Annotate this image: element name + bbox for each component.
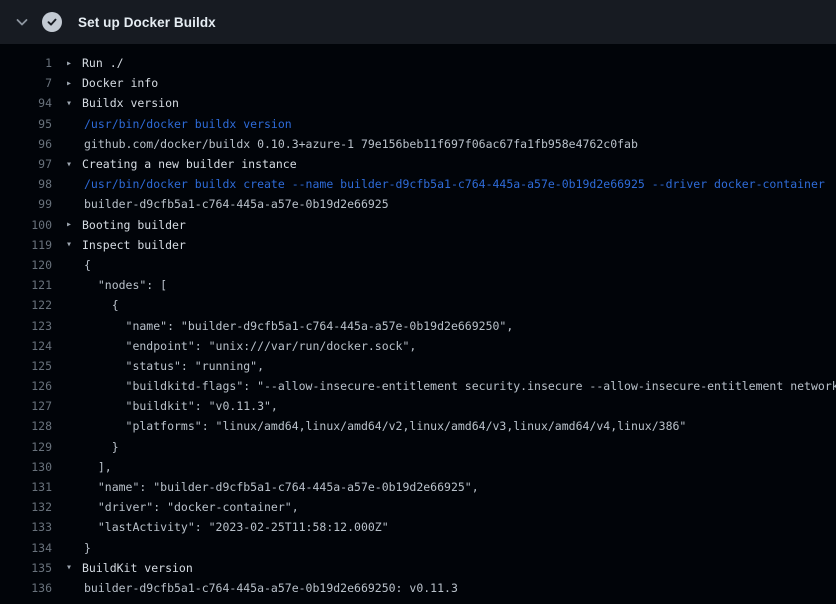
log-line: 125 "status": "running", — [0, 356, 836, 376]
log-line: 136 builder-d9cfb5a1-c764-445a-a57e-0b19… — [0, 578, 836, 598]
log-line-text: "name": "builder-d9cfb5a1-c764-445a-a57e… — [82, 480, 479, 494]
line-number[interactable]: 128 — [0, 419, 52, 433]
line-number[interactable]: 119 — [0, 238, 52, 252]
log-line-text: { — [82, 298, 119, 312]
log-line: 99 builder-d9cfb5a1-c764-445a-a57e-0b19d… — [0, 194, 836, 214]
log-line-text: { — [82, 258, 91, 272]
line-number[interactable]: 99 — [0, 197, 52, 211]
log-line-text: } — [82, 541, 91, 555]
log-line: 122 { — [0, 295, 836, 315]
line-number[interactable]: 129 — [0, 440, 52, 454]
line-number[interactable]: 7 — [0, 76, 52, 90]
line-number[interactable]: 130 — [0, 460, 52, 474]
log-line-text: "buildkit": "v0.11.3", — [82, 399, 278, 413]
log-line[interactable]: 7 ▸ Docker info — [0, 73, 836, 93]
log-line: 130 ], — [0, 457, 836, 477]
log-line-text: builder-d9cfb5a1-c764-445a-a57e-0b19d2e6… — [82, 197, 389, 211]
log-line: 95 /usr/bin/docker buildx version — [0, 114, 836, 134]
chevron-down-icon[interactable] — [14, 14, 30, 30]
log-line-text: } — [82, 440, 119, 454]
log-line-text: "driver": "docker-container", — [82, 500, 299, 514]
log-line-text: Inspect builder — [82, 238, 186, 252]
log-line-text: "platforms": "linux/amd64,linux/amd64/v2… — [82, 419, 686, 433]
log-line[interactable]: 97 ▾ Creating a new builder instance — [0, 154, 836, 174]
log-line-text: Run ./ — [82, 56, 124, 70]
log-line[interactable]: 135 ▾ BuildKit version — [0, 558, 836, 578]
log-line: 128 "platforms": "linux/amd64,linux/amd6… — [0, 416, 836, 436]
line-number[interactable]: 125 — [0, 359, 52, 373]
log-output: 1 ▸ Run ./ 7 ▸ Docker info 94 ▾ Buildx v… — [0, 44, 836, 598]
log-line-text: "endpoint": "unix:///var/run/docker.sock… — [82, 339, 416, 353]
triangle-down-icon: ▾ — [66, 239, 82, 250]
log-line-text: builder-d9cfb5a1-c764-445a-a57e-0b19d2e6… — [82, 581, 458, 595]
log-line[interactable]: 94 ▾ Buildx version — [0, 93, 836, 113]
log-line: 126 "buildkitd-flags": "--allow-insecure… — [0, 376, 836, 396]
log-line-text: ], — [82, 460, 112, 474]
log-line: 120 { — [0, 255, 836, 275]
log-line[interactable]: 1 ▸ Run ./ — [0, 53, 836, 73]
line-number[interactable]: 123 — [0, 319, 52, 333]
log-line: 96 github.com/docker/buildx 0.10.3+azure… — [0, 134, 836, 154]
line-number[interactable]: 136 — [0, 581, 52, 595]
log-line-text: "status": "running", — [82, 359, 264, 373]
log-line-text: "lastActivity": "2023-02-25T11:58:12.000… — [82, 520, 389, 534]
log-line-text: github.com/docker/buildx 0.10.3+azure-1 … — [82, 137, 638, 151]
line-number[interactable]: 131 — [0, 480, 52, 494]
log-line: 123 "name": "builder-d9cfb5a1-c764-445a-… — [0, 315, 836, 335]
log-line: 133 "lastActivity": "2023-02-25T11:58:12… — [0, 517, 836, 537]
triangle-down-icon: ▾ — [66, 159, 82, 170]
log-line: 124 "endpoint": "unix:///var/run/docker.… — [0, 336, 836, 356]
triangle-right-icon: ▸ — [66, 78, 82, 89]
log-line: 134 } — [0, 538, 836, 558]
log-line: 129 } — [0, 437, 836, 457]
line-number[interactable]: 97 — [0, 157, 52, 171]
line-number[interactable]: 134 — [0, 541, 52, 555]
log-line[interactable]: 100 ▸ Booting builder — [0, 215, 836, 235]
line-number[interactable]: 98 — [0, 177, 52, 191]
log-line-text: /usr/bin/docker buildx create --name bui… — [82, 177, 825, 191]
check-circle-icon — [42, 12, 62, 32]
log-line-text: Buildx version — [82, 96, 179, 110]
line-number[interactable]: 95 — [0, 117, 52, 131]
log-line: 98 /usr/bin/docker buildx create --name … — [0, 174, 836, 194]
triangle-right-icon: ▸ — [66, 58, 82, 69]
log-line[interactable]: 119 ▾ Inspect builder — [0, 235, 836, 255]
line-number[interactable]: 1 — [0, 56, 52, 70]
log-line-text: /usr/bin/docker buildx version — [82, 117, 292, 131]
line-number[interactable]: 96 — [0, 137, 52, 151]
line-number[interactable]: 132 — [0, 500, 52, 514]
log-line-text: BuildKit version — [82, 561, 193, 575]
step-title: Set up Docker Buildx — [78, 15, 216, 30]
line-number[interactable]: 124 — [0, 339, 52, 353]
line-number[interactable]: 94 — [0, 96, 52, 110]
step-header[interactable]: Set up Docker Buildx — [0, 0, 836, 44]
line-number[interactable]: 126 — [0, 379, 52, 393]
log-line: 132 "driver": "docker-container", — [0, 497, 836, 517]
triangle-right-icon: ▸ — [66, 219, 82, 230]
log-line-text: Docker info — [82, 76, 158, 90]
log-line: 127 "buildkit": "v0.11.3", — [0, 396, 836, 416]
triangle-down-icon: ▾ — [66, 98, 82, 109]
log-line: 121 "nodes": [ — [0, 275, 836, 295]
line-number[interactable]: 100 — [0, 218, 52, 232]
log-line-text: Creating a new builder instance — [82, 157, 297, 171]
log-line: 131 "name": "builder-d9cfb5a1-c764-445a-… — [0, 477, 836, 497]
line-number[interactable]: 122 — [0, 298, 52, 312]
log-line-text: Booting builder — [82, 218, 186, 232]
log-line-text: "name": "builder-d9cfb5a1-c764-445a-a57e… — [82, 319, 513, 333]
line-number[interactable]: 135 — [0, 561, 52, 575]
line-number[interactable]: 120 — [0, 258, 52, 272]
log-line-text: "nodes": [ — [82, 278, 167, 292]
log-line-text: "buildkitd-flags": "--allow-insecure-ent… — [82, 379, 836, 393]
line-number[interactable]: 121 — [0, 278, 52, 292]
line-number[interactable]: 133 — [0, 520, 52, 534]
triangle-down-icon: ▾ — [66, 562, 82, 573]
line-number[interactable]: 127 — [0, 399, 52, 413]
